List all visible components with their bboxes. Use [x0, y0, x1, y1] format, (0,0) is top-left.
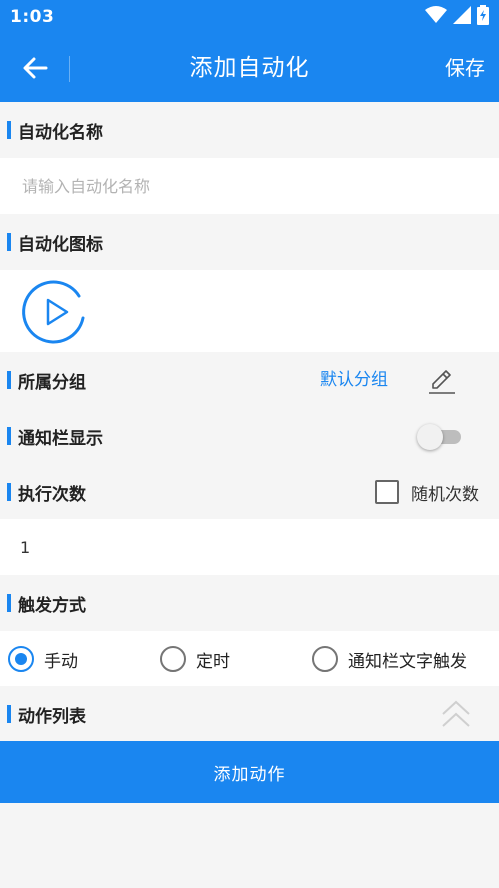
app-bar: 添加自动化 保存 [0, 34, 499, 102]
section-header-exec-count: 执行次数 随机次数 [0, 464, 499, 520]
status-bar: 1:03 [0, 0, 499, 34]
app-bar-divider [69, 56, 70, 82]
save-button[interactable]: 保存 [445, 34, 485, 102]
page-title: 添加自动化 [189, 55, 310, 81]
icon-row [0, 270, 499, 352]
trigger-option-manual[interactable]: 手动 [8, 631, 78, 687]
back-button[interactable] [10, 44, 60, 92]
section-label-group: 所属分组 [18, 372, 86, 393]
section-label-notification: 通知栏显示 [18, 428, 103, 449]
section-accent-bar [7, 233, 11, 251]
pencil-icon[interactable] [427, 366, 457, 396]
double-chevron-up-icon[interactable] [441, 698, 471, 732]
trigger-option-label: 通知栏文字触发 [348, 651, 467, 672]
add-action-button[interactable]: 添加动作 [0, 741, 499, 803]
trigger-option-notification-text[interactable]: 通知栏文字触发 [312, 631, 467, 687]
section-accent-bar [7, 483, 11, 501]
signal-icon [453, 6, 471, 28]
radio-button[interactable] [8, 646, 34, 672]
play-circle-icon[interactable] [21, 278, 89, 346]
section-accent-bar [7, 427, 11, 445]
group-value-link[interactable]: 默认分组 [320, 352, 388, 408]
section-accent-bar [7, 594, 11, 612]
section-label-exec-count: 执行次数 [18, 484, 86, 505]
status-time: 1:03 [10, 7, 55, 27]
radio-button[interactable] [160, 646, 186, 672]
wifi-icon [425, 6, 447, 28]
section-header-notification: 通知栏显示 [0, 408, 499, 464]
section-label-actions: 动作列表 [18, 706, 86, 727]
random-count-label: 随机次数 [411, 484, 479, 505]
trigger-row: 手动 定时 通知栏文字触发 [0, 631, 499, 687]
random-count-checkbox-wrap[interactable]: 随机次数 [375, 464, 479, 520]
battery-charging-icon [477, 5, 489, 29]
section-header-icon: 自动化图标 [0, 214, 499, 270]
section-header-actions: 动作列表 [0, 686, 499, 742]
trigger-option-label: 定时 [196, 651, 230, 672]
notification-toggle[interactable] [417, 423, 463, 450]
section-label-name: 自动化名称 [18, 122, 103, 143]
section-label-icon: 自动化图标 [18, 234, 103, 255]
trigger-option-label: 手动 [44, 651, 78, 672]
radio-button[interactable] [312, 646, 338, 672]
trigger-option-timed[interactable]: 定时 [160, 631, 230, 687]
section-header-name: 自动化名称 [0, 102, 499, 158]
section-accent-bar [7, 121, 11, 139]
random-count-checkbox[interactable] [375, 480, 399, 504]
arrow-left-icon [23, 57, 48, 79]
status-icons [425, 5, 489, 29]
exec-count-row [0, 519, 499, 575]
section-accent-bar [7, 371, 11, 389]
section-label-trigger: 触发方式 [18, 595, 86, 616]
exec-count-input[interactable] [20, 519, 480, 575]
automation-name-input[interactable] [22, 158, 482, 214]
toggle-thumb [417, 424, 443, 450]
section-header-trigger: 触发方式 [0, 575, 499, 631]
section-header-group: 所属分组 默认分组 [0, 352, 499, 408]
section-accent-bar [7, 705, 11, 723]
name-row [0, 158, 499, 214]
